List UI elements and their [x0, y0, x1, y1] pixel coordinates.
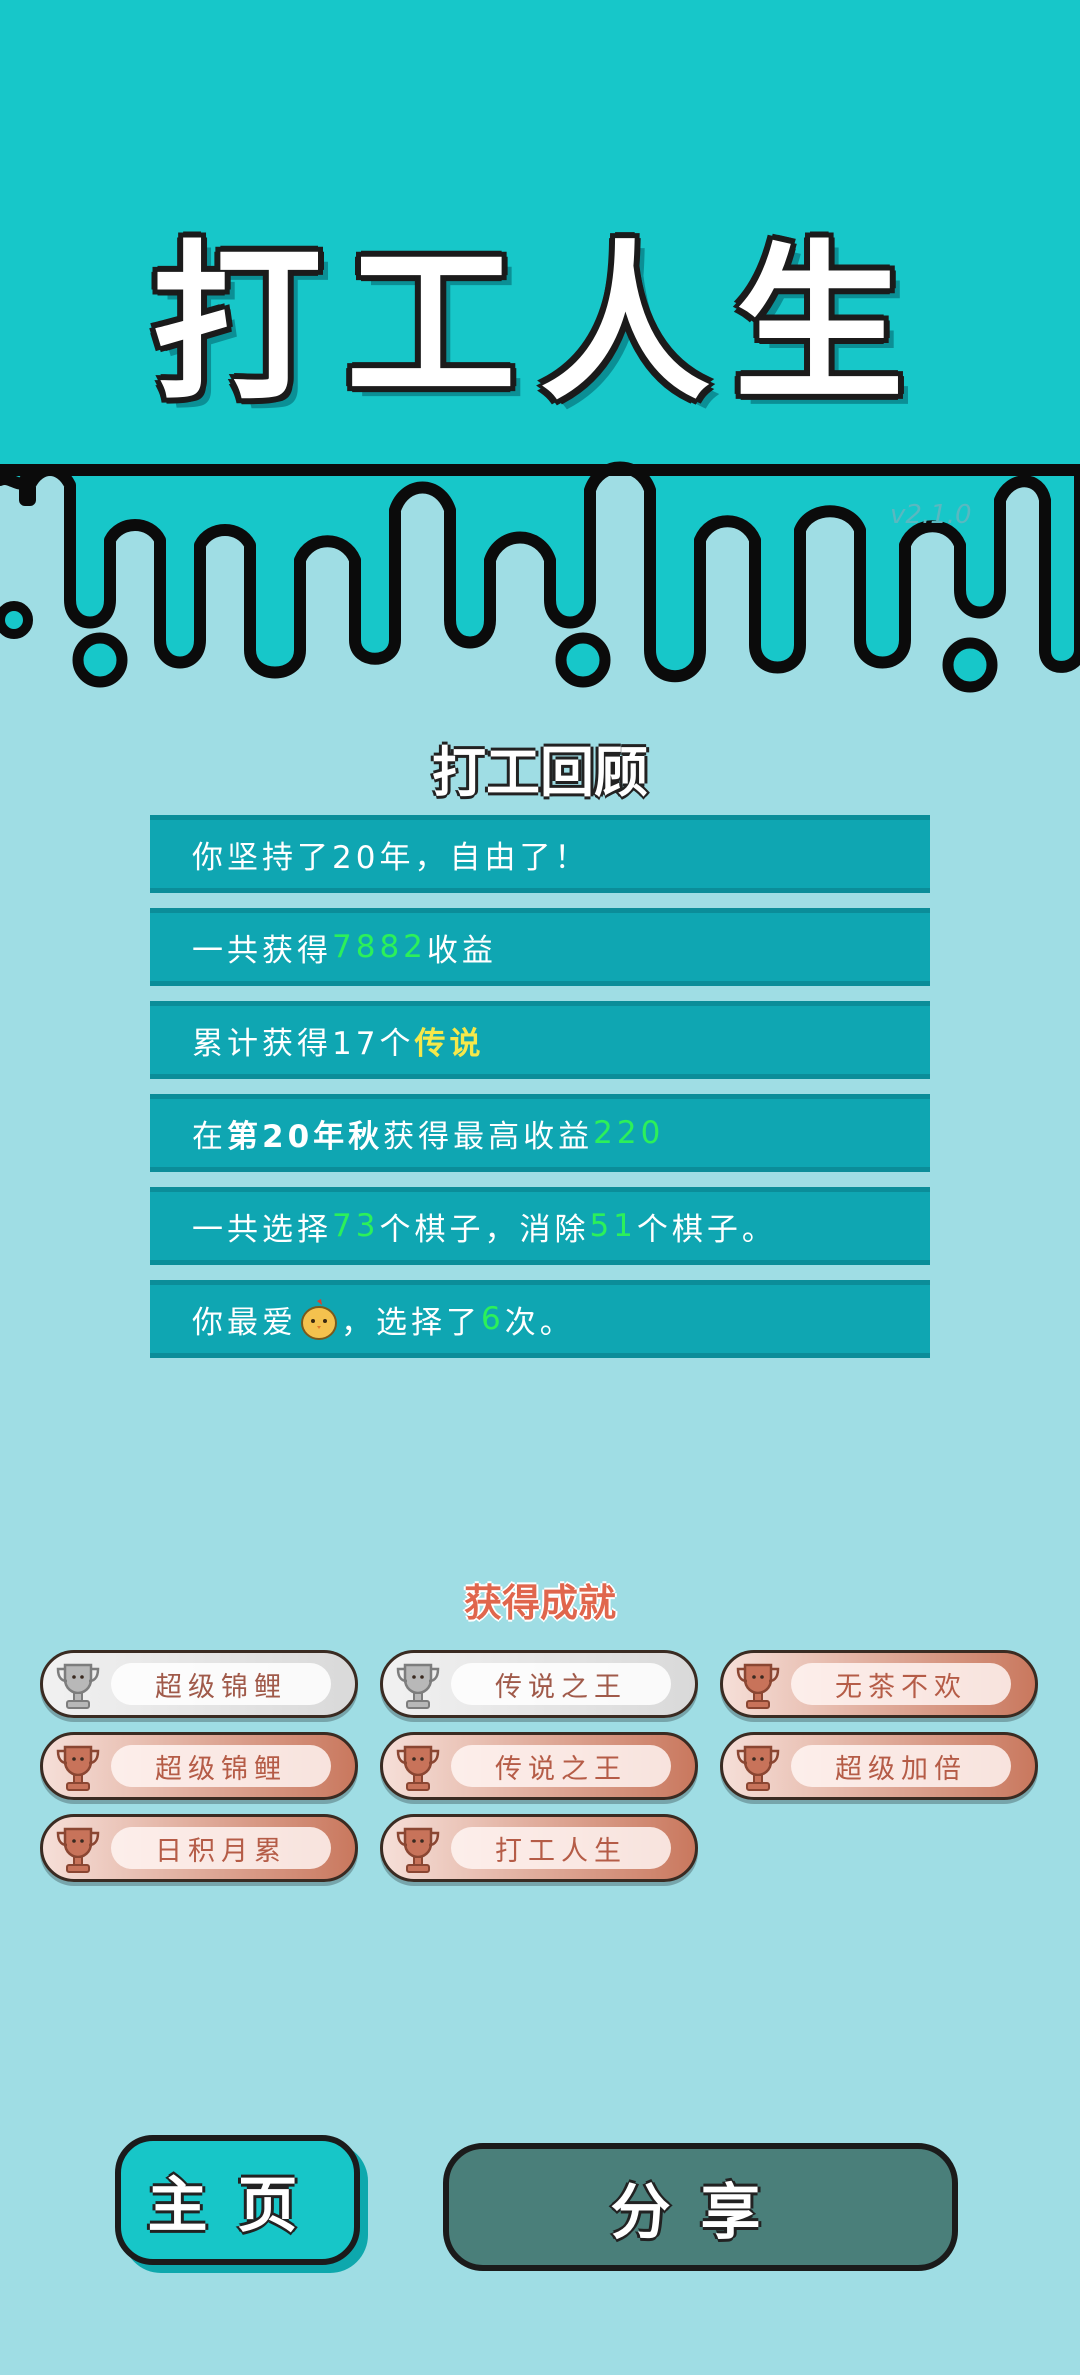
achievement-label: 无茶不欢 — [791, 1663, 1011, 1705]
review-text-4-3: 51 — [589, 1208, 637, 1244]
achievement-label: 超级加倍 — [791, 1745, 1011, 1787]
review-row: 累计获得17个 传说 — [150, 1001, 930, 1079]
achievement-badge[interactable]: 打工人生 — [380, 1814, 698, 1882]
achievements-title: 获得成就 — [463, 1581, 616, 1625]
review-title: 打工回顾 — [432, 741, 648, 804]
review-text-1-0: 一共获得 — [192, 932, 332, 969]
review-text-5-4: 次。 — [504, 1304, 575, 1341]
review-text-5-2: ，选择了 — [341, 1304, 481, 1341]
achievement-label: 打工人生 — [451, 1827, 671, 1869]
review-text-0-0: 你坚持了20年，自由了！ — [192, 839, 590, 876]
review-row: 一共获得 7882 收益 — [150, 908, 930, 986]
achievement-label: 日积月累 — [111, 1827, 331, 1869]
achievement-badge[interactable]: 无茶不欢 — [720, 1650, 1038, 1718]
trophy-icon — [56, 1663, 100, 1709]
chick-icon — [301, 1299, 337, 1340]
review-text-4-0: 一共选择 — [192, 1211, 332, 1248]
achievement-badge[interactable]: 超级锦鲤 — [40, 1650, 358, 1718]
trophy-icon — [736, 1745, 780, 1791]
achievement-label: 传说之王 — [451, 1663, 671, 1705]
achievement-badge[interactable]: 传说之王 — [380, 1650, 698, 1718]
app-title: 打工人生 — [151, 226, 928, 424]
trophy-icon — [396, 1745, 440, 1791]
achievement-label: 传说之王 — [451, 1745, 671, 1787]
review-text-3-3: 220 — [593, 1115, 665, 1151]
version-label: v2.1.0 — [890, 500, 972, 530]
trophy-icon — [56, 1745, 100, 1791]
review-text-3-1: 第20年秋 — [227, 1118, 384, 1155]
achievement-badge[interactable]: 传说之王 — [380, 1732, 698, 1800]
review-text-1-1: 7882 — [332, 929, 427, 965]
review-row: 你最爱 ，选择了 6 次。 — [150, 1280, 930, 1358]
review-text-4-2: 个棋子，消除 — [379, 1211, 590, 1248]
review-text-5-0: 你最爱 — [192, 1304, 297, 1341]
review-text-2-1: 传说 — [414, 1025, 485, 1062]
review-text-2-0: 累计获得17个 — [192, 1025, 415, 1062]
achievement-badge[interactable]: 超级锦鲤 — [40, 1732, 358, 1800]
review-row: 你坚持了20年，自由了！ — [150, 815, 930, 893]
review-row: 一共选择 73 个棋子，消除 51 个棋子。 — [150, 1187, 930, 1265]
review-text-5-3: 6 — [481, 1301, 505, 1337]
home-button-label: 主页 — [147, 2170, 328, 2241]
home-button[interactable]: 主页 — [115, 2135, 360, 2265]
review-text-3-2: 获得最高收益 — [383, 1118, 594, 1155]
trophy-icon — [56, 1827, 100, 1873]
achievement-badge[interactable]: 超级加倍 — [720, 1732, 1038, 1800]
trophy-icon — [736, 1663, 780, 1709]
review-text-4-4: 个棋子。 — [636, 1211, 777, 1248]
achievement-label: 超级锦鲤 — [111, 1745, 331, 1787]
achievement-badge[interactable]: 日积月累 — [40, 1814, 358, 1882]
review-text-3-0: 在 — [192, 1118, 227, 1155]
review-row: 在 第20年秋 获得最高收益 220 — [150, 1094, 930, 1172]
review-text-4-1: 73 — [332, 1208, 380, 1244]
trophy-icon — [396, 1663, 440, 1709]
review-list: 你坚持了20年，自由了！ 一共获得 7882 收益 累计获得17个 传说在 第20年秋 获… — [150, 815, 930, 1373]
review-text-1-2: 收益 — [426, 932, 497, 969]
trophy-icon — [396, 1827, 440, 1873]
share-button-label: 分享 — [610, 2177, 791, 2248]
achievement-label: 超级锦鲤 — [111, 1663, 331, 1705]
share-button[interactable]: 分享 — [443, 2143, 958, 2271]
